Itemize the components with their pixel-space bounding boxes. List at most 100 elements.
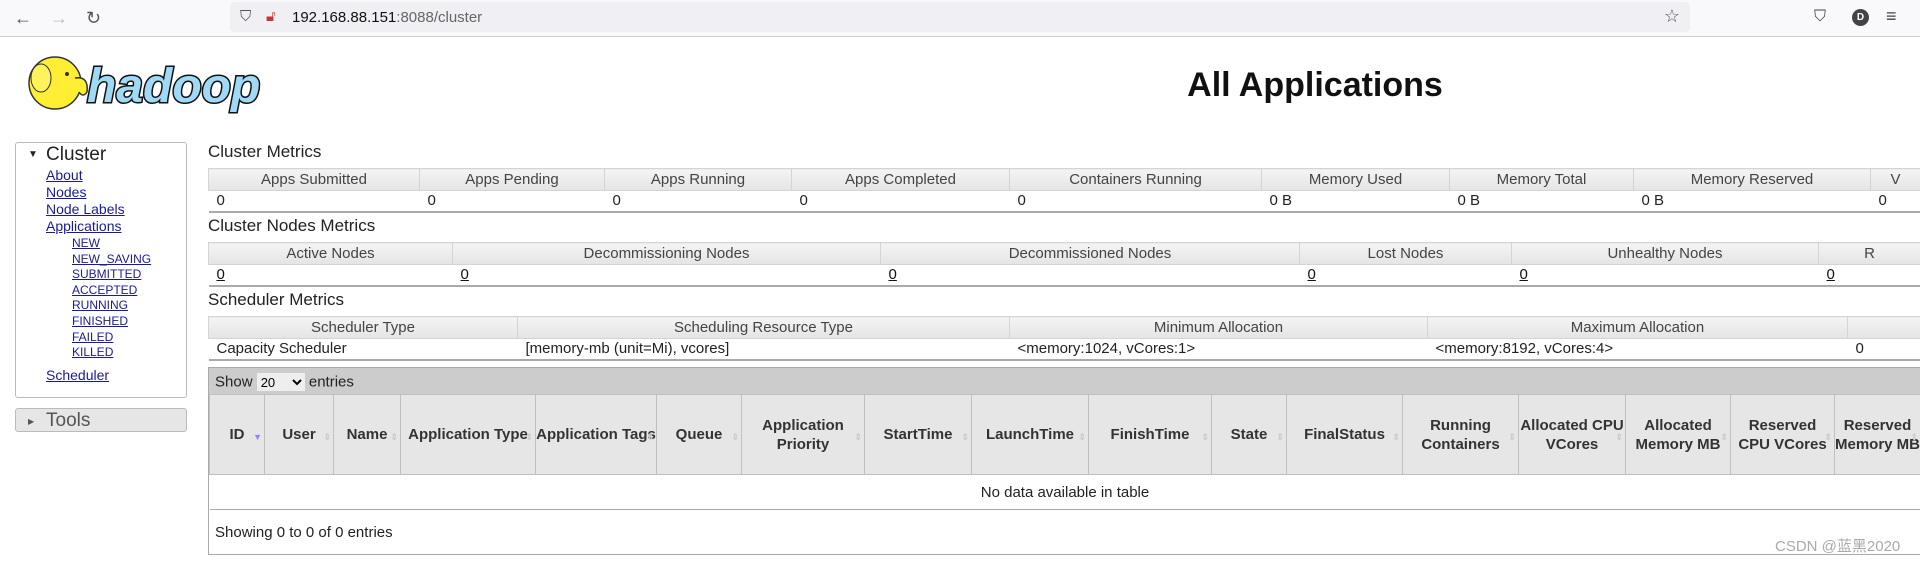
column-label: Queue [675,426,723,443]
svg-text:hadoop: hadoop [87,60,260,113]
link-state-new_saving[interactable]: NEW_SAVING [72,252,186,268]
column-header: Unhealthy Nodes [1511,242,1819,265]
metric-link[interactable]: 0 [1308,266,1316,283]
metric-cell: [memory-mb (unit=Mi), vcores] [517,338,1010,361]
metric-cell: 0 [1511,264,1819,287]
metric-cell: 0 [452,264,881,287]
metric-link[interactable]: 0 [1827,266,1835,283]
reload-icon[interactable]: ↻ [86,8,101,29]
column-header-sortable[interactable]: Queue ⇕ [656,394,742,475]
sort-icon: ⇕ [1824,432,1832,442]
link-state-accepted[interactable]: ACCEPTED [72,283,186,299]
sort-icon: ⇕ [525,432,533,442]
shield-icon[interactable]: ⛉ [240,8,251,25]
metric-cell: Capacity Scheduler [208,338,518,361]
insecure-lock-icon[interactable]: 🔓︎ [266,8,276,25]
link-applications[interactable]: Applications [46,218,186,235]
hadoop-logo[interactable]: hadoop [17,48,317,118]
column-header-sortable[interactable]: Application Tags ⇕ [535,394,657,475]
sort-icon: ⇕ [854,432,862,442]
pocket-icon[interactable]: ⛉ [1814,8,1826,26]
column-label: StartTime [883,426,953,443]
column-label: Name [346,426,388,443]
address-bar[interactable]: ⛉ 🔓︎ 192.168.88.151:8088/cluster ☆ [230,2,1690,32]
page-size-select[interactable]: 20 [256,373,305,391]
triangle-down-icon: ▼ [28,149,38,160]
url-text[interactable]: 192.168.88.151:8088/cluster [292,9,482,26]
column-header: Apps Completed [791,168,1010,191]
sort-icon: ⇕ [323,432,331,442]
column-header: Decommissioned Nodes [880,242,1300,265]
link-state-failed[interactable]: FAILED [72,330,186,346]
metric-cell: 0 [1818,264,1920,287]
metric-cell: 0 [604,190,792,213]
empty-message: No data available in table [209,474,1920,510]
column-header-sortable[interactable]: ID ▼ [209,394,265,475]
link-nodes[interactable]: Nodes [46,184,186,201]
column-header: Apps Submitted [208,168,420,191]
metric-cell: 0 [1009,190,1262,213]
column-header-sortable[interactable]: FinishTime ⇕ [1088,394,1212,475]
column-header-sortable[interactable]: StartTime ⇕ [864,394,972,475]
column-label: Application Tags [536,426,656,443]
avatar[interactable]: D [1852,9,1869,26]
tools-menu[interactable]: ▶ Tools [15,408,187,432]
column-label: Application Type [408,426,528,443]
metric-cell: <memory:1024, vCores:1> [1009,338,1428,361]
metric-cell: 0 [1870,190,1920,213]
cluster-menu-header[interactable]: ▼ Cluster [16,143,186,167]
link-scheduler[interactable]: Scheduler [46,367,186,384]
star-icon[interactable]: ☆ [1664,6,1680,27]
link-state-killed[interactable]: KILLED [72,345,186,361]
column-header-sortable[interactable]: State ⇕ [1211,394,1287,475]
column-label: Application Priority [762,416,844,453]
metric-cell: <memory:8192, vCores:4> [1427,338,1848,361]
sort-icon: ⇕ [1078,432,1086,442]
page-title: All Applications [1187,66,1443,104]
link-node-labels[interactable]: Node Labels [46,201,186,218]
column-label: FinalStatus [1304,426,1385,443]
metric-link[interactable]: 0 [217,266,225,283]
column-header-sortable[interactable]: Allocated CPU VCores ⇕ [1518,394,1626,475]
column-header-sortable[interactable]: Name ⇕ [333,394,401,475]
back-icon[interactable]: ← [14,8,32,29]
metric-cell: 0 [208,264,453,287]
url-host: 192.168.88.151 [292,9,397,26]
column-label: Allocated CPU VCores [1520,416,1624,453]
column-header: Scheduler Type [208,316,518,339]
column-header: Memory Reserved [1633,168,1871,191]
column-header-sortable[interactable]: Allocated Memory MB ⇕ [1625,394,1731,475]
column-header-sortable[interactable]: Application Type ⇕ [400,394,536,475]
column-header-sortable[interactable]: LaunchTime ⇕ [971,394,1089,475]
menu-icon[interactable]: ≡ [1886,6,1897,27]
column-header: Scheduling Resource Type [517,316,1010,339]
column-header: V [1870,168,1920,191]
column-header: Lost Nodes [1299,242,1512,265]
column-header: Containers Running [1009,168,1262,191]
link-state-finished[interactable]: FINISHED [72,314,186,330]
column-header-sortable[interactable]: User ⇕ [264,394,334,475]
metric-link[interactable]: 0 [461,266,469,283]
applications-table-wrapper: Show 20 entries ID ▼ User ⇕ Name ⇕ Application… [208,367,1920,555]
url-path: :8088/cluster [396,9,483,26]
link-state-new[interactable]: NEW [72,236,186,252]
column-header-sortable[interactable]: Reserved CPU VCores ⇕ [1730,394,1835,475]
sort-icon: ⇕ [1720,432,1728,442]
column-header: Apps Running [604,168,792,191]
forward-icon[interactable]: → [50,8,68,29]
node-metrics-table: Active Nodes Decommissioning Nodes Decommi… [208,242,1920,287]
link-state-submitted[interactable]: SUBMITTED [72,267,186,283]
node-metrics-title: Cluster Nodes Metrics [208,216,376,235]
column-header-sortable[interactable]: Application Priority ⇕ [741,394,865,475]
column-header-sortable[interactable]: Running Containers ⇕ [1402,394,1519,475]
entries-label: entries [308,373,354,391]
column-header-sortable[interactable]: Reserved Memory MB ⇕ [1834,394,1920,475]
link-about[interactable]: About [46,167,186,184]
metric-link[interactable]: 0 [1520,266,1528,283]
column-header-sortable[interactable]: FinalStatus ⇕ [1286,394,1403,475]
link-state-running[interactable]: RUNNING [72,298,186,314]
column-label: FinishTime [1110,426,1190,443]
metric-link[interactable]: 0 [889,266,897,283]
column-label: LaunchTime [985,426,1075,443]
column-label: Running Containers [1421,416,1500,453]
